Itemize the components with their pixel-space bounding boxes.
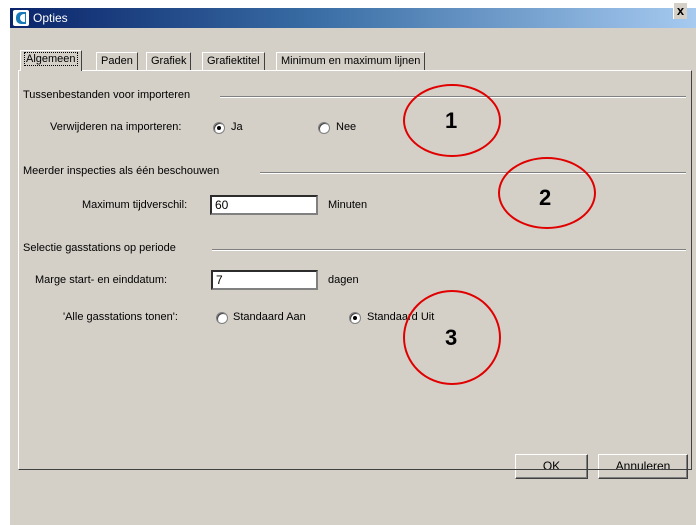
annotation-number-2: 2 [539,185,552,210]
tab-grafiektitel[interactable]: Grafiektitel [202,52,265,70]
tab-label: Algemeen [24,52,78,66]
tab-minimum-maximum-lijnen[interactable]: Minimum en maximum lijnen [276,52,426,70]
tab-label: Grafiektitel [207,55,260,67]
tab-panel-algemeen [18,70,692,470]
app-logo-icon [13,10,29,26]
window-title: Opties [33,11,68,25]
title-bar[interactable]: Opties [10,8,696,28]
tab-label: Paden [101,55,133,67]
tab-label: Grafiek [151,55,187,67]
tab-paden[interactable]: Paden [96,52,138,70]
annotation-number-3: 3 [445,325,458,350]
tab-grafiek[interactable]: Grafiek [146,52,192,70]
annotation-number-1: 1 [445,108,458,133]
close-icon[interactable]: x [673,2,687,19]
tab-algemeen[interactable]: Algemeen [20,50,82,71]
options-dialog: Opties Algemeen Paden Grafiek Grafiektit… [10,8,696,525]
tab-label: Minimum en maximum lijnen [281,55,421,67]
